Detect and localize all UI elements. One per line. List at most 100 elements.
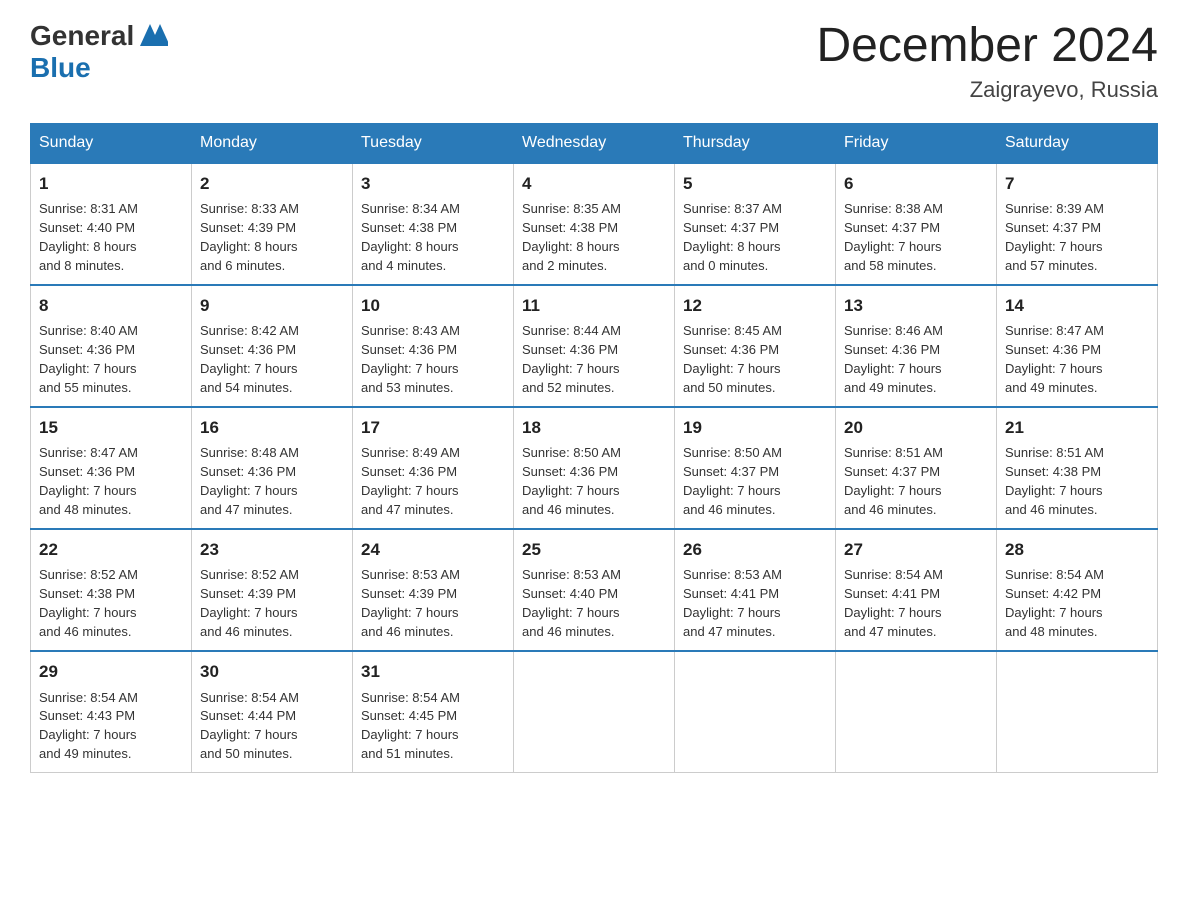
calendar-cell: 26 Sunrise: 8:53 AM Sunset: 4:41 PM Dayli… <box>675 529 836 651</box>
day-number: 10 <box>361 294 505 319</box>
day-number: 4 <box>522 172 666 197</box>
calendar-week-row: 22 Sunrise: 8:52 AM Sunset: 4:38 PM Dayli… <box>31 529 1158 651</box>
logo: General Blue <box>30 20 168 84</box>
calendar-cell: 14 Sunrise: 8:47 AM Sunset: 4:36 PM Dayli… <box>997 285 1158 407</box>
calendar-table: SundayMondayTuesdayWednesdayThursdayFrid… <box>30 123 1158 773</box>
day-number: 2 <box>200 172 344 197</box>
calendar-cell: 5Sunrise: 8:37 AM Sunset: 4:37 PM Daylig… <box>675 163 836 285</box>
calendar-week-row: 1 Sunrise: 8:31 AM Sunset: 4:40 PM Daylig… <box>31 163 1158 285</box>
day-number: 9 <box>200 294 344 319</box>
calendar-cell: 7Sunrise: 8:39 AM Sunset: 4:37 PM Daylig… <box>997 163 1158 285</box>
day-info: Sunrise: 8:54 AM Sunset: 4:42 PM Dayligh… <box>1005 567 1104 639</box>
day-number: 22 <box>39 538 183 563</box>
month-title: December 2024 <box>816 20 1158 73</box>
calendar-cell: 8 Sunrise: 8:40 AM Sunset: 4:36 PM Daylig… <box>31 285 192 407</box>
day-number: 12 <box>683 294 827 319</box>
location: Zaigrayevo, Russia <box>816 77 1158 103</box>
day-number: 30 <box>200 660 344 685</box>
day-number: 28 <box>1005 538 1149 563</box>
day-number: 5 <box>683 172 827 197</box>
calendar-week-row: 15 Sunrise: 8:47 AM Sunset: 4:36 PM Dayli… <box>31 407 1158 529</box>
day-info: Sunrise: 8:38 AM Sunset: 4:37 PM Dayligh… <box>844 201 943 273</box>
day-number: 20 <box>844 416 988 441</box>
day-info: Sunrise: 8:54 AM Sunset: 4:44 PM Dayligh… <box>200 690 299 762</box>
day-info: Sunrise: 8:47 AM Sunset: 4:36 PM Dayligh… <box>1005 323 1104 395</box>
calendar-cell: 18Sunrise: 8:50 AM Sunset: 4:36 PM Dayli… <box>514 407 675 529</box>
calendar-cell: 22 Sunrise: 8:52 AM Sunset: 4:38 PM Dayli… <box>31 529 192 651</box>
calendar-cell: 3 Sunrise: 8:34 AM Sunset: 4:38 PM Daylig… <box>353 163 514 285</box>
day-number: 26 <box>683 538 827 563</box>
calendar-cell: 28 Sunrise: 8:54 AM Sunset: 4:42 PM Dayli… <box>997 529 1158 651</box>
day-info: Sunrise: 8:54 AM Sunset: 4:43 PM Dayligh… <box>39 690 138 762</box>
day-info: Sunrise: 8:31 AM Sunset: 4:40 PM Dayligh… <box>39 201 138 273</box>
logo-general-text: General <box>30 20 134 52</box>
day-info: Sunrise: 8:54 AM Sunset: 4:45 PM Dayligh… <box>361 690 460 762</box>
calendar-cell: 16 Sunrise: 8:48 AM Sunset: 4:36 PM Dayli… <box>192 407 353 529</box>
calendar-cell: 23Sunrise: 8:52 AM Sunset: 4:39 PM Dayli… <box>192 529 353 651</box>
calendar-cell: 24 Sunrise: 8:53 AM Sunset: 4:39 PM Dayli… <box>353 529 514 651</box>
day-number: 23 <box>200 538 344 563</box>
page-header: General Blue December 2024 Zaigrayevo, R… <box>30 20 1158 103</box>
day-number: 29 <box>39 660 183 685</box>
day-number: 17 <box>361 416 505 441</box>
day-number: 3 <box>361 172 505 197</box>
day-info: Sunrise: 8:35 AM Sunset: 4:38 PM Dayligh… <box>522 201 621 273</box>
calendar-week-row: 29 Sunrise: 8:54 AM Sunset: 4:43 PM Dayli… <box>31 651 1158 773</box>
calendar-cell: 29 Sunrise: 8:54 AM Sunset: 4:43 PM Dayli… <box>31 651 192 773</box>
day-info: Sunrise: 8:39 AM Sunset: 4:37 PM Dayligh… <box>1005 201 1104 273</box>
day-info: Sunrise: 8:42 AM Sunset: 4:36 PM Dayligh… <box>200 323 299 395</box>
day-info: Sunrise: 8:34 AM Sunset: 4:38 PM Dayligh… <box>361 201 460 273</box>
day-info: Sunrise: 8:40 AM Sunset: 4:36 PM Dayligh… <box>39 323 138 395</box>
day-info: Sunrise: 8:53 AM Sunset: 4:40 PM Dayligh… <box>522 567 621 639</box>
calendar-cell: 6 Sunrise: 8:38 AM Sunset: 4:37 PM Daylig… <box>836 163 997 285</box>
day-info: Sunrise: 8:53 AM Sunset: 4:39 PM Dayligh… <box>361 567 460 639</box>
calendar-cell: 4 Sunrise: 8:35 AM Sunset: 4:38 PM Daylig… <box>514 163 675 285</box>
calendar-cell: 15 Sunrise: 8:47 AM Sunset: 4:36 PM Dayli… <box>31 407 192 529</box>
calendar-cell <box>675 651 836 773</box>
calendar-cell: 1 Sunrise: 8:31 AM Sunset: 4:40 PM Daylig… <box>31 163 192 285</box>
calendar-cell: 31Sunrise: 8:54 AM Sunset: 4:45 PM Dayli… <box>353 651 514 773</box>
day-number: 1 <box>39 172 183 197</box>
day-info: Sunrise: 8:45 AM Sunset: 4:36 PM Dayligh… <box>683 323 782 395</box>
day-number: 21 <box>1005 416 1149 441</box>
calendar-cell: 13 Sunrise: 8:46 AM Sunset: 4:36 PM Dayli… <box>836 285 997 407</box>
day-number: 27 <box>844 538 988 563</box>
calendar-cell: 19 Sunrise: 8:50 AM Sunset: 4:37 PM Dayli… <box>675 407 836 529</box>
calendar-cell: 25 Sunrise: 8:53 AM Sunset: 4:40 PM Dayli… <box>514 529 675 651</box>
day-number: 6 <box>844 172 988 197</box>
day-number: 8 <box>39 294 183 319</box>
calendar-cell <box>997 651 1158 773</box>
calendar-cell: 12 Sunrise: 8:45 AM Sunset: 4:36 PM Dayli… <box>675 285 836 407</box>
title-area: December 2024 Zaigrayevo, Russia <box>816 20 1158 103</box>
day-info: Sunrise: 8:48 AM Sunset: 4:36 PM Dayligh… <box>200 445 299 517</box>
calendar-cell: 21Sunrise: 8:51 AM Sunset: 4:38 PM Dayli… <box>997 407 1158 529</box>
day-number: 14 <box>1005 294 1149 319</box>
calendar-header-friday: Friday <box>836 123 997 163</box>
calendar-cell: 2Sunrise: 8:33 AM Sunset: 4:39 PM Daylig… <box>192 163 353 285</box>
calendar-cell <box>514 651 675 773</box>
day-number: 24 <box>361 538 505 563</box>
day-info: Sunrise: 8:50 AM Sunset: 4:37 PM Dayligh… <box>683 445 782 517</box>
calendar-cell <box>836 651 997 773</box>
day-info: Sunrise: 8:51 AM Sunset: 4:37 PM Dayligh… <box>844 445 943 517</box>
calendar-cell: 30 Sunrise: 8:54 AM Sunset: 4:44 PM Dayli… <box>192 651 353 773</box>
calendar-cell: 9 Sunrise: 8:42 AM Sunset: 4:36 PM Daylig… <box>192 285 353 407</box>
day-number: 16 <box>200 416 344 441</box>
day-info: Sunrise: 8:47 AM Sunset: 4:36 PM Dayligh… <box>39 445 138 517</box>
day-info: Sunrise: 8:52 AM Sunset: 4:38 PM Dayligh… <box>39 567 138 639</box>
calendar-header-saturday: Saturday <box>997 123 1158 163</box>
day-info: Sunrise: 8:43 AM Sunset: 4:36 PM Dayligh… <box>361 323 460 395</box>
day-info: Sunrise: 8:54 AM Sunset: 4:41 PM Dayligh… <box>844 567 943 639</box>
day-info: Sunrise: 8:44 AM Sunset: 4:36 PM Dayligh… <box>522 323 621 395</box>
calendar-cell: 10 Sunrise: 8:43 AM Sunset: 4:36 PM Dayli… <box>353 285 514 407</box>
calendar-cell: 11Sunrise: 8:44 AM Sunset: 4:36 PM Dayli… <box>514 285 675 407</box>
day-number: 15 <box>39 416 183 441</box>
day-number: 25 <box>522 538 666 563</box>
logo-triangle-icon <box>140 24 168 51</box>
logo-blue-text: Blue <box>30 52 91 83</box>
day-number: 13 <box>844 294 988 319</box>
day-info: Sunrise: 8:46 AM Sunset: 4:36 PM Dayligh… <box>844 323 943 395</box>
day-number: 19 <box>683 416 827 441</box>
day-info: Sunrise: 8:50 AM Sunset: 4:36 PM Dayligh… <box>522 445 621 517</box>
day-info: Sunrise: 8:53 AM Sunset: 4:41 PM Dayligh… <box>683 567 782 639</box>
